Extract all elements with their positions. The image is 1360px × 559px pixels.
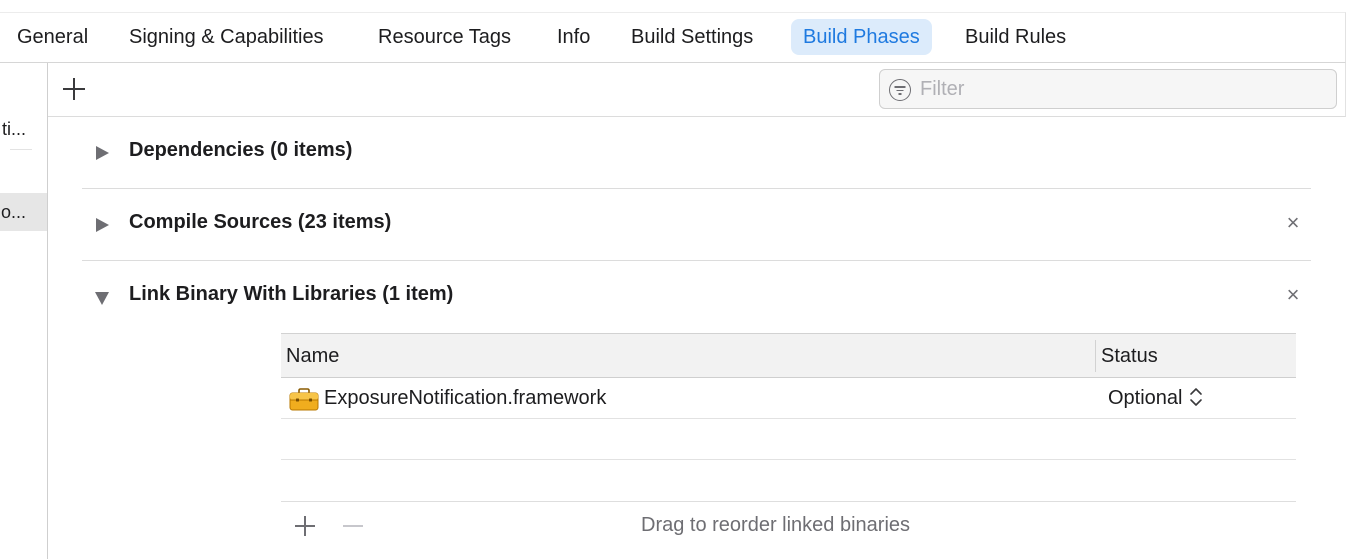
column-separator[interactable] (1095, 340, 1096, 372)
sidebar-item-target-1[interactable]: ti... (0, 117, 47, 141)
tab-build-settings[interactable]: Build Settings (631, 19, 753, 55)
disclosure-triangle-collapsed-icon[interactable] (96, 218, 109, 232)
sidebar-item-target-2[interactable]: o... (0, 193, 47, 231)
editor-tab-bar: General Signing & Capabilities Resource … (0, 12, 1346, 63)
tab-general[interactable]: General (17, 19, 88, 55)
updown-chevron-icon (1189, 387, 1202, 406)
tab-signing-capabilities[interactable]: Signing & Capabilities (129, 19, 324, 55)
sidebar-item-label: ti... (1, 119, 26, 139)
framework-toolbox-icon (289, 388, 319, 411)
table-row-empty (281, 419, 1296, 460)
sidebar-item-label: o... (0, 202, 26, 222)
table-row[interactable]: ExposureNotification.framework Optional (281, 378, 1296, 419)
table-header: Name Status (281, 333, 1296, 378)
phase-title[interactable]: Dependencies (0 items) (129, 139, 352, 162)
remove-phase-close-icon[interactable]: × (1283, 283, 1303, 307)
status-value: Optional (1108, 387, 1183, 409)
add-library-button[interactable] (295, 516, 315, 536)
disclosure-triangle-expanded-icon[interactable] (95, 292, 109, 305)
phase-compile-sources: Compile Sources (23 items) × (82, 189, 1311, 261)
remove-library-button[interactable] (343, 525, 363, 527)
tab-build-rules[interactable]: Build Rules (965, 19, 1066, 55)
filter-field[interactable] (879, 69, 1337, 109)
column-header-status[interactable]: Status (1101, 334, 1158, 378)
drag-reorder-hint: Drag to reorder linked binaries (641, 514, 911, 536)
targets-sidebar: ti... o... (0, 63, 48, 559)
filter-circle-icon (889, 79, 911, 101)
status-popup-button[interactable]: Optional (1108, 378, 1203, 419)
column-header-name[interactable]: Name (286, 334, 339, 378)
phase-link-binary: Link Binary With Libraries (1 item) × (82, 261, 1311, 333)
add-build-phase-button[interactable] (62, 77, 86, 101)
table-footer: Drag to reorder linked binaries (281, 501, 1296, 547)
remove-phase-close-icon[interactable]: × (1283, 211, 1303, 235)
tab-build-phases[interactable]: Build Phases (791, 19, 932, 55)
disclosure-triangle-collapsed-icon[interactable] (96, 146, 109, 160)
filter-input[interactable] (920, 70, 1320, 108)
tab-info[interactable]: Info (557, 19, 590, 55)
tab-resource-tags[interactable]: Resource Tags (378, 19, 511, 55)
build-phases-toolbar (48, 63, 1346, 117)
phase-title[interactable]: Link Binary With Libraries (1 item) (129, 283, 453, 306)
sidebar-divider (10, 149, 32, 150)
linked-libraries-table: Name Status ExposureNotification.framewo… (281, 333, 1296, 547)
framework-name: ExposureNotification.framework (324, 387, 607, 409)
phase-title[interactable]: Compile Sources (23 items) (129, 211, 391, 234)
phase-dependencies: Dependencies (0 items) (82, 117, 1311, 189)
